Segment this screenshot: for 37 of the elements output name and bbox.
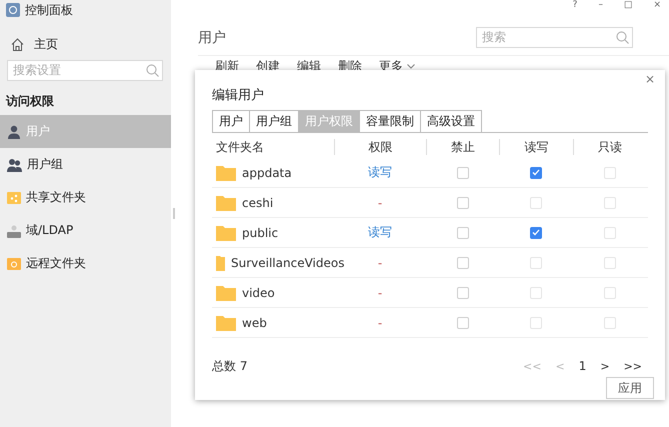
column-header: 文件夹名 (215, 139, 265, 155)
column-header: 权限 (334, 139, 426, 155)
page-number: 1 (578, 359, 586, 373)
next-page-button[interactable]: > (600, 360, 610, 372)
home-link[interactable]: 主页 (0, 20, 171, 60)
permission-text: - (376, 286, 384, 300)
permission-text: - (376, 196, 384, 210)
column-header: 禁止 (426, 139, 499, 155)
permission-text: - (376, 316, 384, 330)
last-page-button[interactable]: >> (624, 360, 642, 372)
sidebar-item[interactable]: 共享文件夹 (0, 181, 171, 214)
sidebar-item[interactable]: 用户组 (0, 148, 171, 181)
tab[interactable]: 用户 (212, 110, 250, 132)
permission-text: 读写 (367, 224, 393, 241)
window-control[interactable]: □ (624, 0, 632, 14)
folder-name: ceshi (242, 196, 274, 210)
close-button[interactable]: × (644, 72, 655, 86)
app-title: 控制面板 (25, 2, 73, 18)
total-count: 总数 7 (212, 358, 248, 374)
folder-name: public (242, 226, 278, 240)
sidebar-item[interactable]: 远程文件夹 (0, 247, 171, 280)
section-heading: 访问权限 (4, 93, 55, 110)
permission-text: 读写 (367, 164, 393, 181)
apply-button[interactable]: 应用 (606, 377, 654, 399)
window-control[interactable]: ? (572, 0, 578, 14)
folder-name: SurveillanceVideos (231, 256, 344, 270)
sidebar-item[interactable]: 域/LDAP (0, 214, 171, 247)
folder-name: appdata (242, 166, 292, 180)
folder-name: video (242, 286, 275, 300)
window-control[interactable]: × (653, 0, 661, 14)
tab[interactable]: 高级设置 (420, 110, 482, 132)
dialog-title: 编辑用户 (212, 87, 265, 105)
folder-name: web (242, 316, 267, 330)
page-title: 用户 (198, 28, 226, 46)
window-control[interactable]: – (598, 0, 603, 14)
column-header: 只读 (573, 139, 646, 155)
column-header: 读写 (499, 139, 573, 155)
